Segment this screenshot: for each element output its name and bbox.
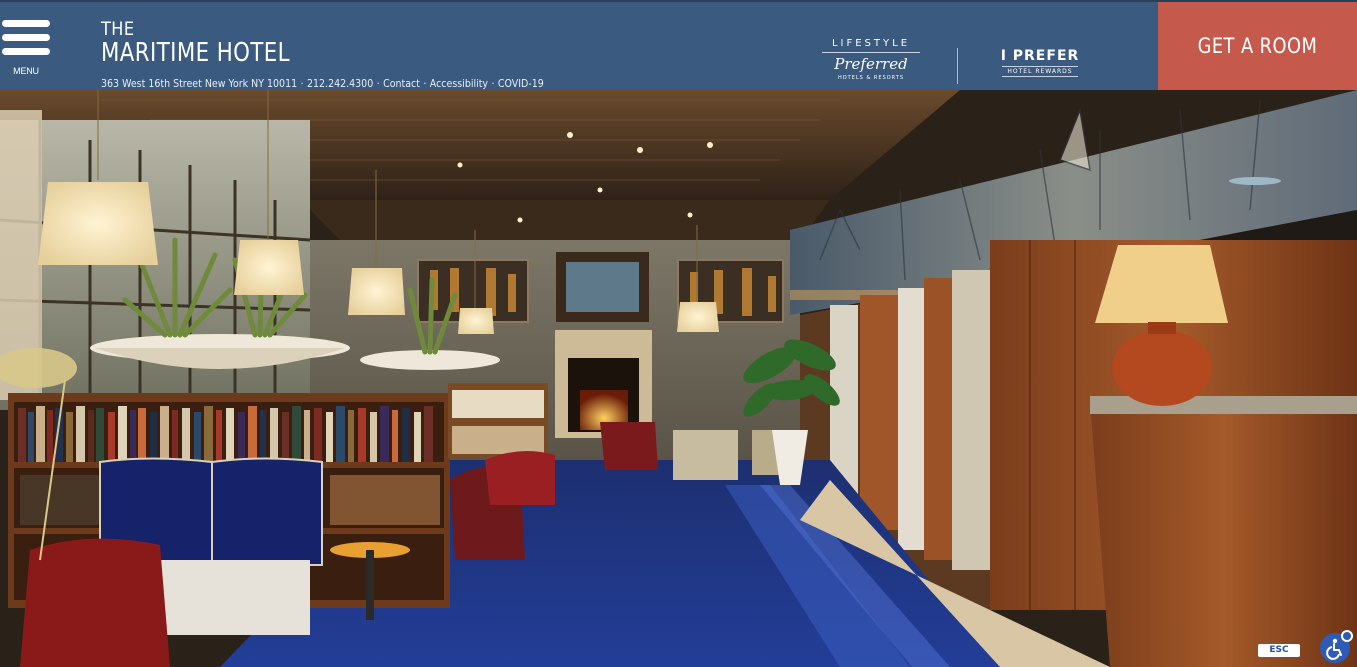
get-a-room-button[interactable]: GET A ROOM (1158, 2, 1357, 90)
hamburger-bar (2, 48, 50, 55)
cta-label: GET A ROOM (1197, 34, 1318, 58)
brand-line2: MARITIME HOTEL (101, 38, 290, 68)
separator: · (300, 77, 304, 90)
site-logo[interactable]: THE MARITIME HOTEL (101, 18, 331, 68)
menu-button[interactable]: MENU (2, 18, 52, 78)
accessibility-link[interactable]: Accessibility (430, 77, 488, 90)
hamburger-icon (2, 20, 50, 27)
page: MENU THE MARITIME HOTEL 363 West 16th St… (0, 0, 1357, 667)
separator: · (423, 77, 427, 90)
phone-link[interactable]: 212.242.4300 (307, 77, 373, 90)
brand-line1: THE (101, 18, 135, 40)
menu-label: MENU (13, 66, 39, 76)
i-prefer-logo[interactable]: I PREFER HOTEL REWARDS (996, 48, 1084, 77)
hamburger-bar (2, 34, 50, 41)
lp-logo-script: Preferred (834, 55, 908, 73)
lp-logo-top: LIFESTYLE (822, 38, 920, 53)
separator: · (376, 77, 380, 90)
lifestyle-preferred-logo[interactable]: LIFESTYLE Preferred HOTELS & RESORTS (822, 38, 920, 81)
separator: · (491, 77, 495, 90)
logo-divider (957, 48, 958, 84)
site-header: MENU THE MARITIME HOTEL 363 West 16th St… (0, 0, 1357, 90)
lobby-illustration (0, 90, 1357, 667)
covid-link[interactable]: COVID-19 (498, 77, 544, 90)
accessibility-icon[interactable] (1320, 630, 1353, 663)
lp-logo-sub: HOTELS & RESORTS (837, 75, 905, 81)
hero-image (0, 90, 1357, 667)
address-bar: 363 West 16th Street New York NY 10011 · 2… (101, 77, 544, 90)
ip-logo-top: I PREFER (1000, 48, 1080, 64)
check-badge-icon (1341, 630, 1353, 642)
address-text: 363 West 16th Street New York NY 10011 (101, 77, 298, 90)
contact-link[interactable]: Contact (383, 77, 420, 90)
ip-logo-sub: HOTEL REWARDS (1002, 66, 1078, 77)
esc-button[interactable]: ESC (1258, 644, 1300, 657)
